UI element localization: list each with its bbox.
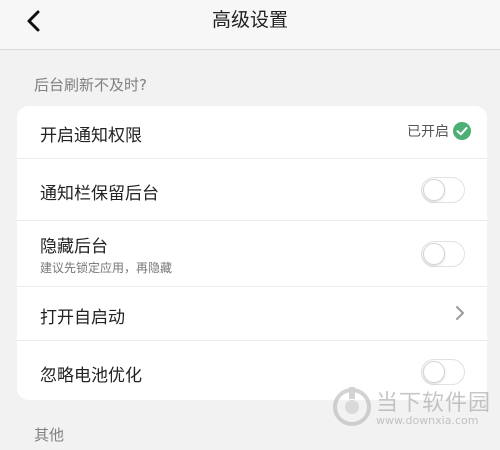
status-indicator: 已开启 <box>407 121 471 141</box>
setting-description: 建议先锁定应用，再隐藏 <box>40 261 173 275</box>
keep-in-notification-bar-toggle[interactable] <box>421 177 465 203</box>
toggle-knob <box>423 179 445 201</box>
hide-background-toggle[interactable] <box>421 241 465 267</box>
chevron-right-icon <box>456 306 464 320</box>
status-text: 已开启 <box>407 124 449 140</box>
setting-label: 打开自启动 <box>40 308 125 328</box>
setting-label: 隐藏后台 <box>40 237 108 257</box>
watermark-name: 当下软件园 <box>376 391 492 416</box>
toggle-knob <box>423 361 445 383</box>
section-title-background-refresh: 后台刷新不及时? <box>34 76 147 94</box>
check-circle-icon <box>453 122 471 140</box>
watermark: 当下软件园 www.downxia.com <box>332 383 492 431</box>
toggle-knob <box>423 243 445 265</box>
page-title: 高级设置 <box>211 9 288 31</box>
settings-card: 开启通知权限 已开启 通知栏保留后台 隐藏后台 建议先锁定应用，再隐藏 打开自启… <box>17 106 487 400</box>
setting-label: 开启通知权限 <box>40 126 142 146</box>
ignore-battery-optimization-toggle[interactable] <box>421 359 465 385</box>
setting-row-notification-permission[interactable]: 开启通知权限 已开启 <box>17 106 487 159</box>
setting-label: 通知栏保留后台 <box>40 184 159 204</box>
watermark-logo-icon <box>333 387 371 426</box>
setting-row-hide-background[interactable]: 隐藏后台 建议先锁定应用，再隐藏 <box>17 221 487 287</box>
setting-label: 忽略电池优化 <box>40 366 142 386</box>
section-title-others: 其他 <box>34 426 65 444</box>
setting-row-auto-start[interactable]: 打开自启动 <box>17 287 487 341</box>
setting-row-keep-in-notification-bar[interactable]: 通知栏保留后台 <box>17 159 487 221</box>
watermark-url: www.downxia.com <box>376 414 479 427</box>
top-bar: 高级设置 <box>0 0 500 50</box>
